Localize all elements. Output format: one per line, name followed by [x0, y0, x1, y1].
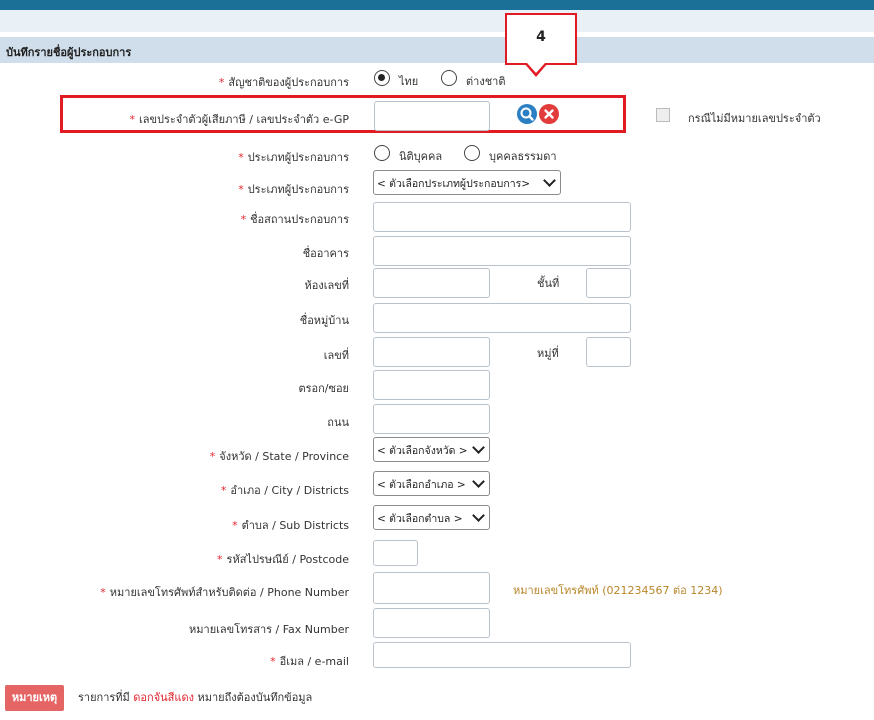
no-id-checkbox[interactable] [656, 108, 670, 122]
entity-individual-radio[interactable] [464, 145, 480, 161]
district-select[interactable]: < ตัวเลือกอำเภอ > [373, 471, 490, 496]
road-label: ถนน [327, 416, 349, 429]
floor-label: ชั้นที่ [537, 277, 560, 290]
nationality-foreign-label: ต่างชาติ [466, 75, 506, 88]
top-bar [0, 0, 874, 10]
floor-input[interactable] [586, 268, 631, 298]
nationality-label: * สัญชาติของผู้ประกอบการ [218, 76, 349, 89]
operator-type-select[interactable]: < ตัวเลือกประเภทผู้ประกอบการ> [373, 170, 561, 195]
postcode-input[interactable] [373, 540, 418, 566]
operator-type-selected: < ตัวเลือกประเภทผู้ประกอบการ> [377, 178, 531, 190]
road-input[interactable] [373, 404, 490, 434]
sub-bar [0, 10, 874, 32]
chevron-down-icon [543, 174, 556, 187]
entity-type-label: * ประเภทผู้ประกอบการ [238, 151, 349, 164]
section-header: บันทึกรายชื่อผู้ประกอบการ [0, 37, 874, 63]
establishment-name-label: * ชื่อสถานประกอบการ [240, 213, 349, 226]
room-no-label: ห้องเลขที่ [304, 279, 350, 292]
village-label: ชื่อหมู่บ้าน [299, 314, 349, 327]
phone-hint: หมายเลขโทรศัพท์ (021234567 ต่อ 1234) [513, 584, 723, 597]
moo-input[interactable] [586, 337, 631, 367]
district-selected: < ตัวเลือกอำเภอ > [377, 479, 466, 491]
chevron-down-icon [472, 441, 485, 454]
email-input[interactable] [373, 642, 631, 668]
note-button: หมายเหตุ [5, 685, 64, 711]
tax-id-label: * เลขประจำตัวผู้เสียภาษี / เลขประจำตัว e-… [129, 113, 349, 126]
callout-number: 4 [536, 29, 546, 45]
fax-input[interactable] [373, 608, 490, 638]
nationality-thai-label: ไทย [399, 75, 419, 88]
district-label: * อำเภอ / City / Districts [220, 484, 349, 497]
fax-label: หมายเลขโทรสาร / Fax Number [189, 623, 349, 636]
phone-label: * หมายเลขโทรศัพท์สำหรับติดต่อ / Phone Num… [100, 586, 349, 599]
entity-juristic-radio[interactable] [374, 145, 390, 161]
chevron-down-icon [472, 509, 485, 522]
subdistrict-select[interactable]: < ตัวเลือกตำบล > [373, 505, 490, 530]
subdistrict-label: * ตำบล / Sub Districts [232, 519, 349, 532]
building-name-label: ชื่ออาคาร [302, 247, 349, 260]
step-callout: 4 [505, 13, 577, 65]
soi-input[interactable] [373, 370, 490, 400]
establishment-name-input[interactable] [373, 202, 631, 232]
room-no-input[interactable] [373, 268, 490, 298]
soi-label: ตรอก/ซอย [298, 382, 349, 395]
entity-individual-label: บุคคลธรรมดา [489, 150, 557, 163]
moo-label: หมู่ที่ [537, 347, 559, 360]
operator-type-label: * ประเภทผู้ประกอบการ [238, 183, 349, 196]
phone-input[interactable] [373, 572, 490, 604]
no-id-checkbox-label: กรณีไม่มีหมายเลขประจำตัว [688, 112, 821, 125]
building-name-input[interactable] [373, 236, 631, 266]
village-input[interactable] [373, 303, 631, 333]
house-no-input[interactable] [373, 337, 490, 367]
postcode-label: * รหัสไปรษณีย์ / Postcode [217, 553, 349, 566]
province-label: * จังหวัด / State / Province [209, 450, 349, 463]
note-text: รายการที่มี ดอกจันสีแดง หมายถึงต้องบันทึ… [78, 691, 313, 704]
close-icon[interactable] [539, 104, 559, 124]
nationality-foreign-radio[interactable] [441, 70, 457, 86]
tax-id-input[interactable] [374, 101, 490, 131]
section-title: บันทึกรายชื่อผู้ประกอบการ [6, 46, 132, 59]
province-selected: < ตัวเลือกจังหวัด > [377, 445, 468, 457]
chevron-down-icon [472, 475, 485, 488]
entity-juristic-label: นิติบุคคล [399, 150, 443, 163]
nationality-thai-radio[interactable] [374, 70, 390, 86]
house-no-label: เลขที่ [323, 349, 349, 362]
email-label: * อีเมล / e-mail [270, 655, 349, 668]
subdistrict-selected: < ตัวเลือกตำบล > [377, 513, 463, 525]
search-icon[interactable] [517, 104, 537, 124]
province-select[interactable]: < ตัวเลือกจังหวัด > [373, 437, 490, 462]
